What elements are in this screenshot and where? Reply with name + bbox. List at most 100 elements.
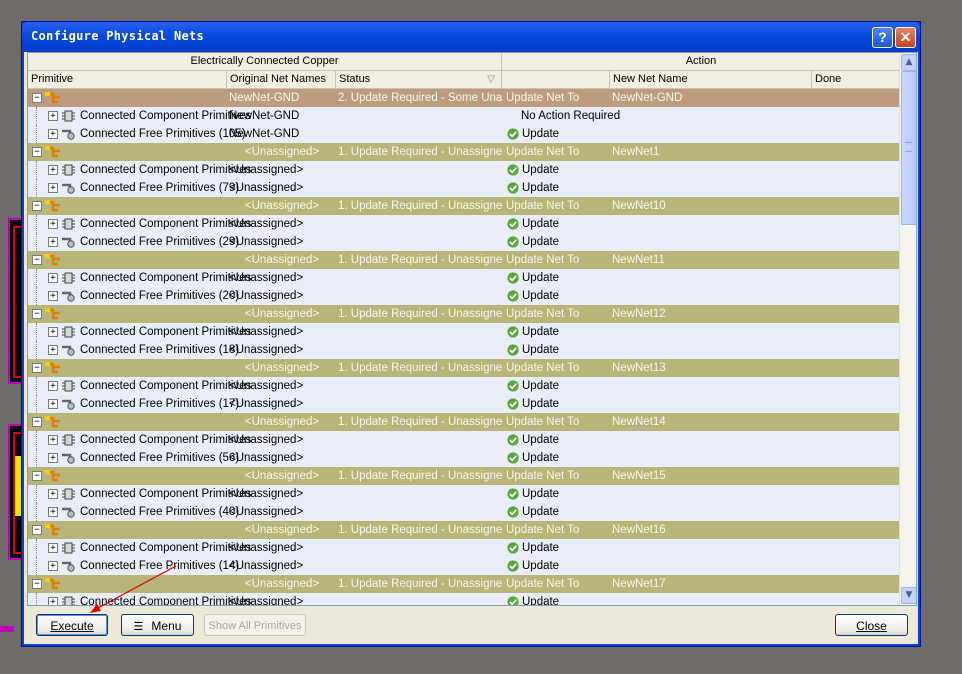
net-group-row[interactable]: − <Unassigned> 1. Update Required - Unassi… <box>28 467 900 485</box>
net-group-row[interactable]: − <Unassigned> 1. Update Required - Unassi… <box>28 251 900 269</box>
expand-icon[interactable]: + <box>48 291 58 301</box>
component-icon <box>62 488 75 500</box>
expand-icon[interactable]: + <box>48 183 58 193</box>
expand-icon[interactable]: + <box>48 435 58 445</box>
free-primitives-icon <box>62 291 75 302</box>
header-action-group: Action <box>685 55 717 67</box>
check-icon <box>507 344 519 356</box>
expand-icon[interactable]: + <box>48 165 58 175</box>
collapse-icon[interactable]: − <box>32 147 42 157</box>
primitive-row[interactable]: + Connected Free Primitives (79) <Unassign… <box>28 179 900 197</box>
action-cell: Update Net To <box>506 92 580 104</box>
primitive-name: Connected Free Primitives (40) <box>80 506 240 518</box>
net-icon <box>45 470 60 482</box>
primitive-name: Connected Free Primitives (18) <box>80 344 240 356</box>
primitive-row[interactable]: + Connected Free Primitives (14) <Unassign… <box>28 557 900 575</box>
component-icon <box>62 272 75 284</box>
net-group-row[interactable]: − <Unassigned> 1. Update Required - Unassi… <box>28 143 900 161</box>
tree-line <box>36 485 38 503</box>
primitive-row[interactable]: + Connected Component Primitives <Unassign… <box>28 215 900 233</box>
vertical-scrollbar[interactable]: ▲ ▼ <box>899 53 916 605</box>
expand-icon[interactable]: + <box>48 561 58 571</box>
expand-icon[interactable]: + <box>48 399 58 409</box>
show-all-primitives-button[interactable]: Show All Primitives <box>204 614 306 636</box>
title-close-button[interactable]: ✕ <box>895 27 916 48</box>
primitive-row[interactable]: + Connected Free Primitives (56) <Unassign… <box>28 449 900 467</box>
primitive-row[interactable]: + Connected Free Primitives (17) <Unassign… <box>28 395 900 413</box>
column-header-primitive[interactable]: Primitive <box>28 71 227 88</box>
expand-icon[interactable]: + <box>48 273 58 283</box>
primitive-row[interactable]: + Connected Free Primitives (29) <Unassign… <box>28 233 900 251</box>
net-group-row[interactable]: − <Unassigned> 1. Update Required - Unassi… <box>28 413 900 431</box>
close-button[interactable]: Close <box>835 614 908 636</box>
expand-icon[interactable]: + <box>48 345 58 355</box>
net-icon <box>45 200 60 212</box>
collapse-icon[interactable]: − <box>32 417 42 427</box>
primitive-row[interactable]: + Connected Free Primitives (105) NewNet-G… <box>28 125 900 143</box>
expand-icon[interactable]: + <box>48 237 58 247</box>
collapse-icon[interactable]: − <box>32 255 42 265</box>
expand-icon[interactable]: + <box>48 453 58 463</box>
collapse-icon[interactable]: − <box>32 93 42 103</box>
sort-filter-icon[interactable]: ▽ <box>487 71 495 88</box>
scroll-thumb[interactable] <box>901 71 916 225</box>
primitive-row[interactable]: + Connected Component Primitives <Unassign… <box>28 593 900 605</box>
collapse-icon[interactable]: − <box>32 471 42 481</box>
collapse-icon[interactable]: − <box>32 579 42 589</box>
scroll-down-button[interactable]: ▼ <box>901 587 916 604</box>
primitive-row[interactable]: + Connected Component Primitives <Unassign… <box>28 377 900 395</box>
execute-button[interactable]: Execute <box>36 614 108 636</box>
primitive-row[interactable]: + Connected Free Primitives (40) <Unassign… <box>28 503 900 521</box>
primitive-row[interactable]: + Connected Component Primitives <Unassign… <box>28 269 900 287</box>
net-group-row[interactable]: − <Unassigned> 1. Update Required - Unassi… <box>28 521 900 539</box>
action-cell: Update <box>522 434 560 446</box>
status-cell: 1. Update Required - Unassigned Net <box>338 308 503 320</box>
scroll-up-button[interactable]: ▲ <box>901 54 916 71</box>
expand-icon[interactable]: + <box>48 543 58 553</box>
column-header-original-net-names[interactable]: Original Net Names <box>227 71 336 88</box>
collapse-icon[interactable]: − <box>32 201 42 211</box>
expand-icon[interactable]: + <box>48 129 58 139</box>
tree-line <box>36 395 38 413</box>
collapse-icon[interactable]: − <box>32 363 42 373</box>
tree-line <box>36 287 38 305</box>
expand-icon[interactable]: + <box>48 507 58 517</box>
primitive-row[interactable]: + Connected Component Primitives <Unassign… <box>28 323 900 341</box>
collapse-icon[interactable]: − <box>32 309 42 319</box>
menu-button[interactable]: ☰ Menu <box>121 614 194 636</box>
expand-icon[interactable]: + <box>48 489 58 499</box>
check-icon <box>507 596 519 605</box>
primitive-row[interactable]: + Connected Component Primitives NewNet-GN… <box>28 107 900 125</box>
column-header-new-net-name[interactable]: New Net Name <box>610 71 812 88</box>
column-header-status[interactable]: Status ▽ <box>336 71 502 88</box>
expand-icon[interactable]: + <box>48 597 58 605</box>
primitive-row[interactable]: + Connected Component Primitives <Unassign… <box>28 485 900 503</box>
primitive-row[interactable]: + Connected Component Primitives <Unassign… <box>28 539 900 557</box>
net-group-row[interactable]: − <Unassigned> 1. Update Required - Unassi… <box>28 305 900 323</box>
primitive-row[interactable]: + Connected Free Primitives (18) <Unassign… <box>28 341 900 359</box>
primitive-row[interactable]: + Connected Component Primitives <Unassign… <box>28 431 900 449</box>
action-cell: Update <box>522 488 560 500</box>
column-header-action[interactable] <box>502 71 610 88</box>
check-icon <box>507 272 519 284</box>
expand-icon[interactable]: + <box>48 327 58 337</box>
net-group-row[interactable]: − <Unassigned> 1. Update Required - Unassi… <box>28 575 900 593</box>
expand-icon[interactable]: + <box>48 381 58 391</box>
action-cell: Update <box>522 380 560 392</box>
help-button[interactable]: ? <box>872 27 893 48</box>
column-header-done[interactable]: Done <box>812 71 900 88</box>
collapse-icon[interactable]: − <box>32 525 42 535</box>
expand-icon[interactable]: + <box>48 111 58 121</box>
primitive-row[interactable]: + Connected Component Primitives <Unassign… <box>28 161 900 179</box>
expand-icon[interactable]: + <box>48 219 58 229</box>
net-group-row[interactable]: − NewNet-GND 2. Update Required - Some Una… <box>28 89 900 107</box>
title-bar[interactable]: Configure Physical Nets ? ✕ <box>22 22 920 52</box>
net-group-row[interactable]: − <Unassigned> 1. Update Required - Unassi… <box>28 197 900 215</box>
primitive-row[interactable]: + Connected Free Primitives (20) <Unassign… <box>28 287 900 305</box>
net-group-row[interactable]: − <Unassigned> 1. Update Required - Unassi… <box>28 359 900 377</box>
component-icon <box>62 434 75 446</box>
free-primitives-icon <box>62 561 75 572</box>
tree-line <box>36 215 38 233</box>
original-net-name: <Unassigned> <box>244 146 320 158</box>
primitive-name: Connected Free Primitives (105) <box>80 128 246 140</box>
